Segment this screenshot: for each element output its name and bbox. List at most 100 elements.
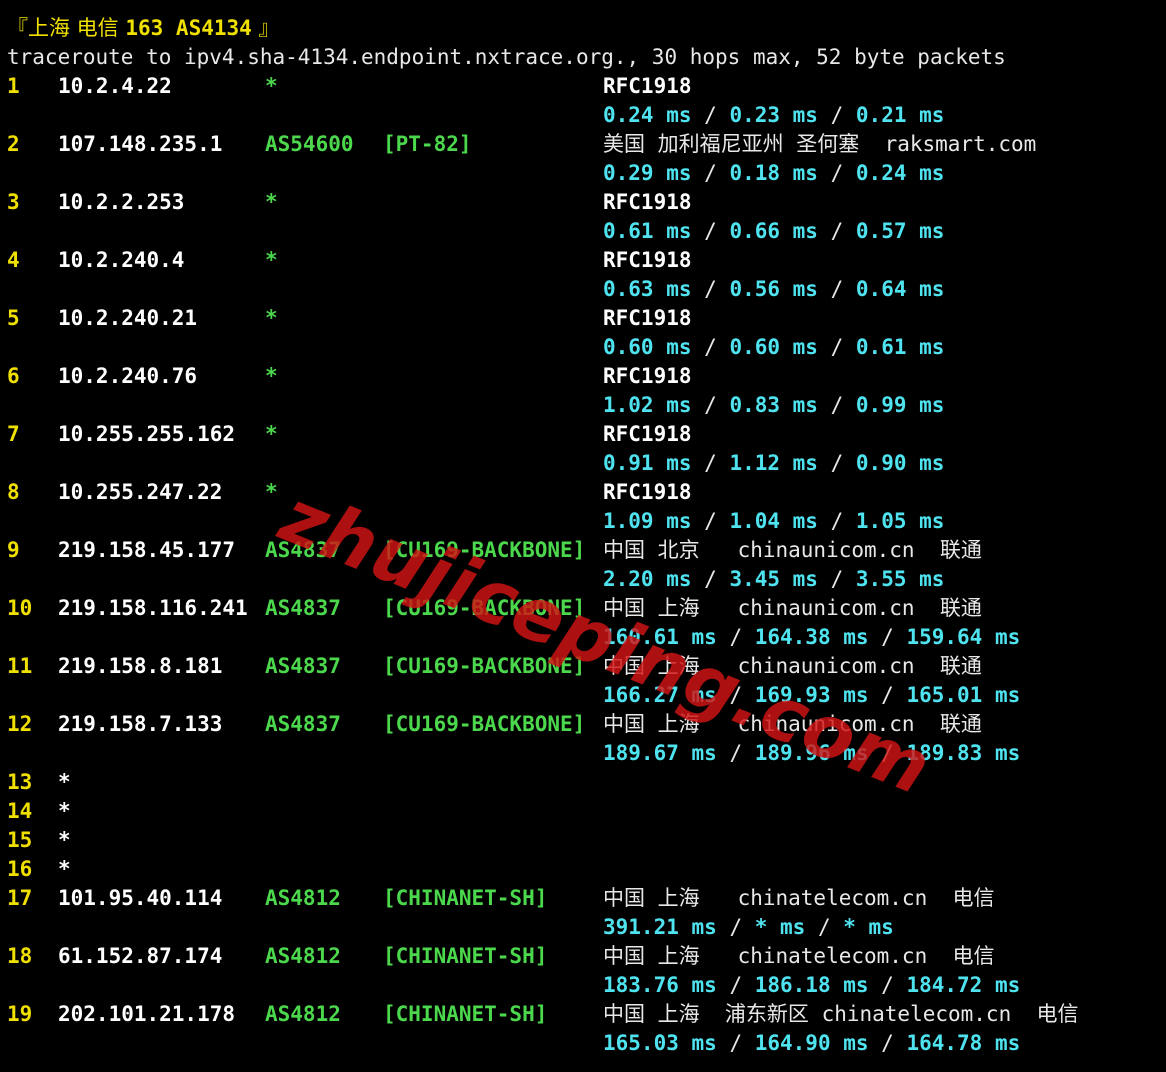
- hop-geo: 中国 上海 chinaunicom.cn 联通: [603, 654, 982, 678]
- hop-number: 5: [7, 306, 20, 330]
- hop-ip: 10.2.240.21: [58, 306, 198, 330]
- hop-ip: *: [58, 799, 71, 823]
- hop-number: 14: [7, 799, 33, 823]
- rtt-value: 2.20 ms: [603, 567, 692, 591]
- rtt-value: 0.64 ms: [855, 277, 945, 301]
- hop-ip: 10.255.247.22: [58, 480, 223, 504]
- hop-number: 13: [7, 770, 33, 794]
- hop-tag: [CU169-BACKBONE]: [383, 712, 586, 736]
- hop-number: 12: [7, 712, 33, 736]
- hop-rtt-row: 2.20 ms / 3.45 ms / 3.55 ms: [7, 565, 1157, 594]
- hop-rtt-row: 0.63 ms / 0.56 ms / 0.64 ms: [7, 275, 1157, 304]
- hop-asn: *: [265, 422, 278, 446]
- rtt-value: 160.61 ms: [603, 625, 717, 649]
- hop-asn: *: [265, 480, 278, 504]
- hop-tag: [CU169-BACKBONE]: [383, 654, 586, 678]
- hop-rtt-row: 0.91 ms / 1.12 ms / 0.90 ms: [7, 449, 1157, 478]
- hop-row: 5 10.2.240.21 * RFC1918: [7, 304, 1157, 333]
- hop-asn: *: [265, 306, 278, 330]
- hop-rtt-row: 1.09 ms / 1.04 ms / 1.05 ms: [7, 507, 1157, 536]
- rtt-value: 165.03 ms: [603, 1031, 717, 1055]
- hop-ip: 219.158.116.241: [58, 596, 248, 620]
- rtt-value: 0.83 ms: [729, 393, 818, 417]
- hop-ip: 10.2.240.4: [58, 248, 185, 272]
- hop-tag: [CHINANET-SH]: [383, 944, 548, 968]
- hop-asn: AS4812: [265, 1002, 341, 1026]
- rtt-value: 189.96 ms: [754, 741, 869, 765]
- rtt-value: 0.18 ms: [729, 161, 818, 185]
- rtt-value: 0.61 ms: [603, 219, 692, 243]
- trace-title: 『上海 电信 163 AS4134 』: [7, 14, 1157, 43]
- rtt-value: 0.56 ms: [729, 277, 818, 301]
- hop-rtt: 0.60 ms / 0.60 ms / 0.61 ms: [603, 335, 945, 359]
- hop-row: 7 10.255.255.162 * RFC1918: [7, 420, 1157, 449]
- traceroute-header: traceroute to ipv4.sha-4134.endpoint.nxt…: [7, 45, 1006, 69]
- rtt-value: 1.04 ms: [729, 509, 818, 533]
- hop-ip: 101.95.40.114: [58, 886, 223, 910]
- hop-row: 19 202.101.21.178 AS4812 [CHINANET-SH] 中国 上海…: [7, 1000, 1157, 1029]
- rtt-value: 0.24 ms: [855, 161, 945, 185]
- hop-number: 3: [7, 190, 20, 214]
- hop-ip: *: [58, 857, 71, 881]
- hop-number: 16: [7, 857, 33, 881]
- rtt-value: 189.67 ms: [603, 741, 717, 765]
- hop-geo: RFC1918: [603, 306, 692, 330]
- hop-rtt: 0.63 ms / 0.56 ms / 0.64 ms: [603, 277, 945, 301]
- rtt-value: 169.93 ms: [754, 683, 869, 707]
- hop-ip: *: [58, 828, 71, 852]
- hop-ip: 107.148.235.1: [58, 132, 223, 156]
- rtt-value: 0.90 ms: [855, 451, 945, 475]
- hop-asn: AS4812: [265, 886, 341, 910]
- hop-rtt: 0.91 ms / 1.12 ms / 0.90 ms: [603, 451, 945, 475]
- hop-row: 4 10.2.240.4 * RFC1918: [7, 246, 1157, 275]
- hop-geo: RFC1918: [603, 422, 692, 446]
- hop-asn: *: [265, 364, 278, 388]
- hop-rtt-row: 160.61 ms / 164.38 ms / 159.64 ms: [7, 623, 1157, 652]
- rtt-value: 3.55 ms: [855, 567, 945, 591]
- hop-row: 17 101.95.40.114 AS4812 [CHINANET-SH] 中国 上海 …: [7, 884, 1157, 913]
- rtt-value: 164.90 ms: [754, 1031, 869, 1055]
- hop-row: 10 219.158.116.241 AS4837 [CU169-BACKBONE] 中…: [7, 594, 1157, 623]
- rtt-value: 0.23 ms: [729, 103, 818, 127]
- hop-number: 1: [7, 74, 20, 98]
- hop-geo: 中国 上海 chinatelecom.cn 电信: [603, 886, 995, 910]
- rtt-value: 189.83 ms: [906, 741, 1021, 765]
- rtt-value: 0.99 ms: [855, 393, 945, 417]
- rtt-value: 0.61 ms: [855, 335, 945, 359]
- hop-row: 11 219.158.8.181 AS4837 [CU169-BACKBONE] 中国 …: [7, 652, 1157, 681]
- hop-number: 8: [7, 480, 20, 504]
- hop-number: 2: [7, 132, 20, 156]
- hop-ip: 219.158.8.181: [58, 654, 223, 678]
- hop-asn: AS4837: [265, 596, 341, 620]
- hop-geo: RFC1918: [603, 190, 692, 214]
- hop-asn: AS4837: [265, 712, 341, 736]
- rtt-value: 0.57 ms: [855, 219, 945, 243]
- hop-ip: 219.158.45.177: [58, 538, 236, 562]
- hop-asn: *: [265, 74, 278, 98]
- rtt-value: 165.01 ms: [906, 683, 1021, 707]
- hop-row: 12 219.158.7.133 AS4837 [CU169-BACKBONE] 中国 …: [7, 710, 1157, 739]
- hop-tag: [CHINANET-SH]: [383, 1002, 548, 1026]
- hop-rtt-row: 0.29 ms / 0.18 ms / 0.24 ms: [7, 159, 1157, 188]
- hop-list: 1 10.2.4.22 * RFC1918 0.24 ms / 0.23 ms / 0.…: [7, 72, 1157, 1058]
- hop-geo: RFC1918: [603, 480, 692, 504]
- rtt-value: 166.27 ms: [603, 683, 717, 707]
- hop-rtt: 0.61 ms / 0.66 ms / 0.57 ms: [603, 219, 945, 243]
- hop-row: 13 *: [7, 768, 1157, 797]
- hop-rtt-row: 189.67 ms / 189.96 ms / 189.83 ms: [7, 739, 1157, 768]
- hop-row: 8 10.255.247.22 * RFC1918: [7, 478, 1157, 507]
- hop-rtt: 189.67 ms / 189.96 ms / 189.83 ms: [603, 741, 1021, 765]
- rtt-value: * ms: [754, 915, 806, 939]
- hop-ip: 61.152.87.174: [58, 944, 223, 968]
- hop-tag: [CHINANET-SH]: [383, 886, 548, 910]
- hop-ip: 10.2.240.76: [58, 364, 198, 388]
- hop-rtt: 1.02 ms / 0.83 ms / 0.99 ms: [603, 393, 945, 417]
- hop-rtt-row: 183.76 ms / 186.18 ms / 184.72 ms: [7, 971, 1157, 1000]
- hop-number: 7: [7, 422, 20, 446]
- rtt-value: 3.45 ms: [729, 567, 818, 591]
- rtt-value: 0.66 ms: [729, 219, 818, 243]
- hop-rtt-row: 166.27 ms / 169.93 ms / 165.01 ms: [7, 681, 1157, 710]
- rtt-value: * ms: [843, 915, 894, 939]
- terminal-output: 『上海 电信 163 AS4134 』 traceroute to ipv4.s…: [7, 14, 1157, 1058]
- rtt-value: 1.05 ms: [855, 509, 945, 533]
